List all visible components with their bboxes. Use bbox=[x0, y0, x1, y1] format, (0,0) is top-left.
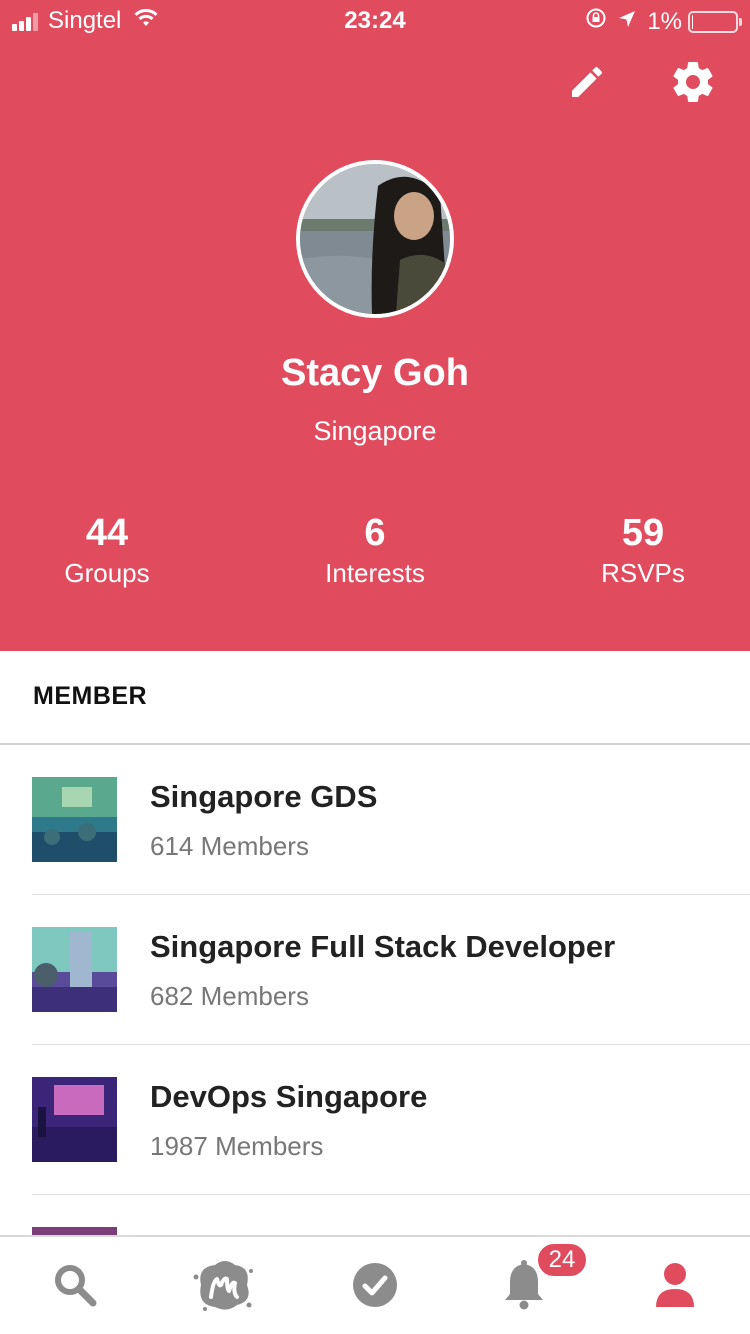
group-member-count: 1987 Members bbox=[150, 1131, 324, 1161]
group-thumbnail bbox=[32, 777, 117, 862]
group-thumbnail bbox=[32, 927, 117, 1012]
group-name: DevOps Singapore bbox=[150, 1079, 428, 1114]
settings-button[interactable] bbox=[667, 58, 719, 110]
group-name: Singapore Full Stack Developer bbox=[150, 929, 616, 964]
tab-meetup[interactable] bbox=[193, 1257, 253, 1317]
notification-badge: 24 bbox=[536, 1242, 588, 1278]
stat-rsvps-label: RSVPs bbox=[601, 558, 685, 588]
tab-search[interactable] bbox=[45, 1257, 105, 1317]
battery-icon bbox=[688, 10, 742, 33]
search-icon bbox=[52, 1262, 98, 1313]
wifi-icon bbox=[133, 7, 159, 35]
list-item[interactable]: DevOps Singapore 1987 Members bbox=[0, 1045, 750, 1195]
group-member-count: 614 Members bbox=[150, 831, 309, 861]
battery-percent: 1% bbox=[647, 7, 682, 35]
group-thumbnail bbox=[32, 1077, 117, 1162]
meetup-icon bbox=[191, 1257, 255, 1318]
status-right: 1% bbox=[585, 7, 742, 36]
profile-icon bbox=[655, 1262, 695, 1313]
tab-profile[interactable] bbox=[645, 1257, 705, 1317]
stat-groups-label: Groups bbox=[64, 558, 150, 588]
status-bar: Singtel 23:24 1% bbox=[0, 0, 750, 40]
stat-interests-label: Interests bbox=[325, 558, 425, 588]
orientation-lock-icon bbox=[585, 7, 607, 36]
avatar-photo bbox=[300, 164, 450, 314]
stat-rsvps-value: 59 bbox=[621, 512, 665, 554]
group-member-count: 682 Members bbox=[150, 981, 309, 1011]
group-name: Singapore GDS bbox=[150, 779, 378, 814]
list-item[interactable]: Singapore Full Stack Developer 682 Membe… bbox=[0, 895, 750, 1045]
list-item[interactable]: Singapore GDS 614 Members bbox=[0, 745, 750, 895]
gear-icon bbox=[669, 58, 717, 111]
stat-interests-value: 6 bbox=[364, 512, 386, 554]
signal-icon bbox=[12, 11, 40, 31]
section-title: MEMBER bbox=[33, 682, 148, 710]
profile-header: Singtel 23:24 1% Stacy Goh Singapore 44 … bbox=[0, 0, 750, 651]
profile-location: Singapore bbox=[313, 416, 437, 446]
location-arrow-icon bbox=[617, 8, 637, 36]
avatar[interactable] bbox=[296, 160, 454, 318]
stat-rsvps[interactable]: 59 RSVPs bbox=[523, 510, 750, 590]
edit-profile-button[interactable] bbox=[561, 58, 613, 110]
tab-bar bbox=[0, 1235, 750, 1334]
profile-name: Stacy Goh bbox=[281, 352, 469, 394]
stat-groups-value: 44 bbox=[85, 512, 129, 554]
tab-calendar[interactable] bbox=[345, 1257, 405, 1317]
check-icon bbox=[352, 1262, 398, 1313]
battery-level bbox=[692, 14, 693, 29]
stat-groups[interactable]: 44 Groups bbox=[0, 510, 227, 590]
carrier-name: Singtel bbox=[48, 7, 122, 34]
pencil-icon bbox=[567, 62, 607, 107]
status-left: Singtel bbox=[12, 7, 159, 35]
stat-interests[interactable]: 6 Interests bbox=[255, 510, 495, 590]
